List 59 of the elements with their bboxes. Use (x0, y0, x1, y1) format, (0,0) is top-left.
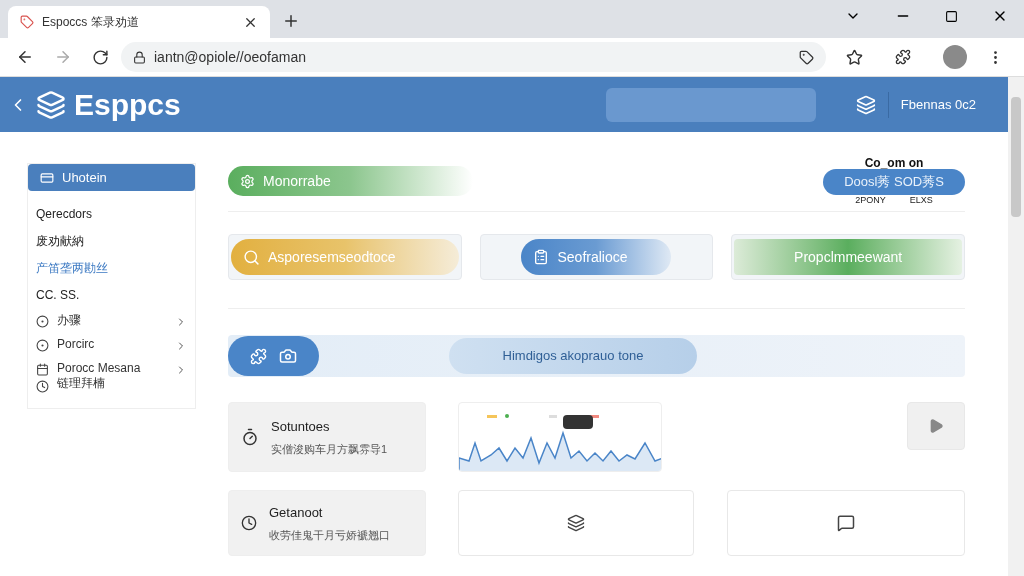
tab-title: Espoccs 笨录劝道 (42, 14, 140, 31)
calendar-icon (36, 363, 49, 376)
new-tab-icon[interactable] (282, 12, 300, 30)
address-bar[interactable]: iantn@opiole//oeofaman (121, 42, 826, 72)
camera-icon (279, 347, 297, 365)
back-icon[interactable] (16, 48, 34, 66)
card-subtitle: 实僧浚购车月方飘雰导1 (271, 441, 388, 457)
lock-icon (133, 50, 146, 64)
card-icon (40, 170, 54, 185)
play-icon (928, 418, 944, 434)
circle-dot-icon (36, 339, 49, 352)
sidebar-item[interactable]: 废劝献納 (28, 229, 195, 253)
item-sublabel: 链理拜楠 (57, 376, 106, 391)
banner-pill[interactable]: Himdigos akoprauo tone (449, 338, 697, 374)
reload-icon[interactable] (92, 48, 109, 66)
item-label: Porocc Mesana (57, 361, 142, 376)
sidebar-item[interactable]: Porcirc (28, 334, 195, 355)
timer-icon (241, 428, 259, 446)
url-text: iantn@opiole//oeofaman (154, 47, 307, 67)
layers-icon[interactable] (855, 94, 876, 115)
clipboard-icon (533, 249, 550, 265)
avatar[interactable] (943, 45, 967, 69)
circle-dot-icon (36, 315, 49, 328)
card-title: Getanoot (269, 504, 324, 522)
chat-icon (837, 514, 855, 532)
info-card[interactable]: Getanoot 收劳佳鬼干月亏娇褫翘口 (228, 490, 426, 556)
bookmark-icon[interactable] (846, 48, 863, 66)
browser-tab[interactable]: Espoccs 笨录劝道 (8, 6, 270, 38)
note-text: ЕLXS (909, 195, 933, 205)
sidebar-item[interactable]: CC. SS. (28, 283, 195, 307)
puzzle-icon[interactable] (895, 49, 911, 65)
gear-icon (240, 173, 255, 189)
play-button[interactable] (907, 402, 965, 450)
note-text: 2PONY (855, 195, 886, 205)
card-subtitle: 收劳佳鬼干月亏娇褫翘口 (269, 527, 390, 543)
clock-icon (241, 515, 257, 531)
layers-icon (567, 514, 585, 532)
card-title: Sotuntoes (271, 418, 331, 436)
search-icon (243, 248, 260, 266)
legend-dot (505, 414, 509, 418)
user-name[interactable]: Fbennas 0c2 (900, 94, 976, 115)
sidebar-item[interactable]: Qerecdors (28, 202, 195, 226)
maximize-icon[interactable] (945, 9, 958, 23)
app-title: Esppcs (74, 87, 181, 123)
sidebar-item[interactable]: Uhotein (28, 164, 195, 191)
icon-pill[interactable] (228, 336, 319, 376)
sidebar-item[interactable]: Porocc Mesana 链理拜楠 (28, 358, 195, 396)
clock-icon (36, 380, 49, 393)
item-label: 办骤 (57, 313, 82, 328)
favicon-icon (20, 15, 34, 29)
tag-icon[interactable] (799, 49, 814, 65)
caption-text: Co_om on (864, 157, 924, 169)
sidebar-item[interactable]: 产笛垄两勘丝 (28, 256, 195, 280)
info-card[interactable]: Sotuntoes 实僧浚购车月方飘雰导1 (228, 402, 426, 472)
sidebar-item[interactable]: 办骤 (28, 310, 195, 331)
scrollbar[interactable] (1008, 77, 1024, 576)
puzzle-icon (250, 347, 267, 365)
item-label: Porcirc (57, 337, 96, 352)
layers-icon (36, 89, 66, 120)
